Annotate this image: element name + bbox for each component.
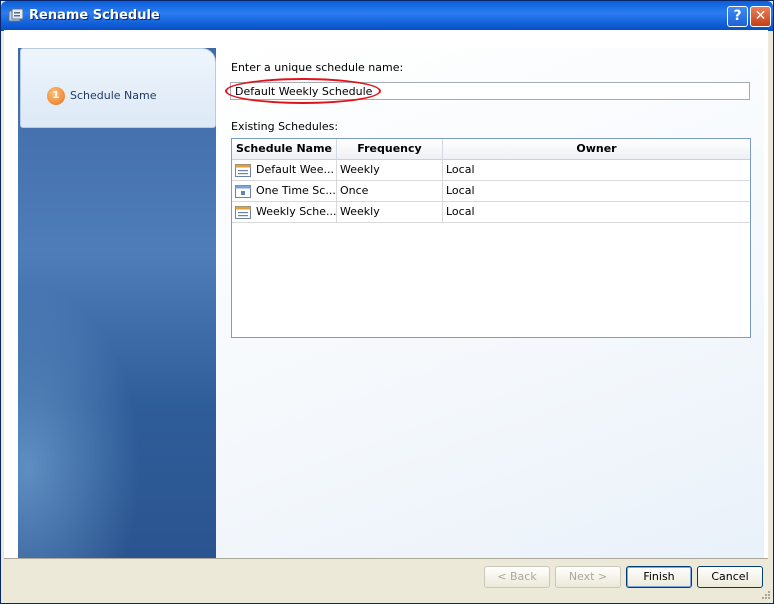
schedule-name-input[interactable] (230, 82, 750, 100)
schedules-table: Schedule Name Frequency Owner Default We… (231, 138, 751, 338)
schedule-app-icon (8, 8, 24, 22)
cancel-button[interactable]: Cancel (697, 566, 763, 588)
window-title: Rename Schedule (29, 8, 160, 23)
title-bar[interactable]: Rename Schedule ? ✕ (1, 1, 773, 31)
column-header-frequency[interactable]: Frequency (337, 139, 443, 159)
wizard-step-schedule-name[interactable]: 1 Schedule Name (20, 48, 216, 128)
table-header: Schedule Name Frequency Owner (232, 139, 750, 160)
calendar-icon (235, 164, 251, 177)
resize-grip-icon[interactable] (761, 590, 771, 600)
schedule-name-label: Enter a unique schedule name: (231, 61, 404, 74)
cell-owner: Local (446, 163, 475, 176)
cell-owner: Local (446, 184, 475, 197)
existing-schedules-label: Existing Schedules: (231, 120, 339, 133)
cell-owner: Local (446, 205, 475, 218)
table-row[interactable]: One Time Sc... Once Local (232, 181, 750, 202)
close-button[interactable]: ✕ (750, 6, 771, 27)
calendar-icon (235, 206, 251, 219)
cell-frequency: Weekly (337, 202, 443, 222)
calendar-once-icon (235, 185, 251, 198)
back-button[interactable]: < Back (484, 566, 550, 588)
table-row[interactable]: Weekly Sche... Weekly Local (232, 202, 750, 223)
cell-frequency: Weekly (337, 160, 443, 180)
table-row[interactable]: Default Wee... Weekly Local (232, 160, 750, 181)
finish-button[interactable]: Finish (626, 566, 692, 588)
cell-frequency: Once (337, 181, 443, 201)
column-header-owner[interactable]: Owner (443, 139, 750, 159)
help-button[interactable]: ? (727, 6, 748, 27)
step-label: Schedule Name (70, 89, 157, 102)
column-header-schedule-name[interactable]: Schedule Name (232, 139, 337, 159)
step-number-badge: 1 (47, 87, 65, 105)
next-button[interactable]: Next > (555, 566, 621, 588)
